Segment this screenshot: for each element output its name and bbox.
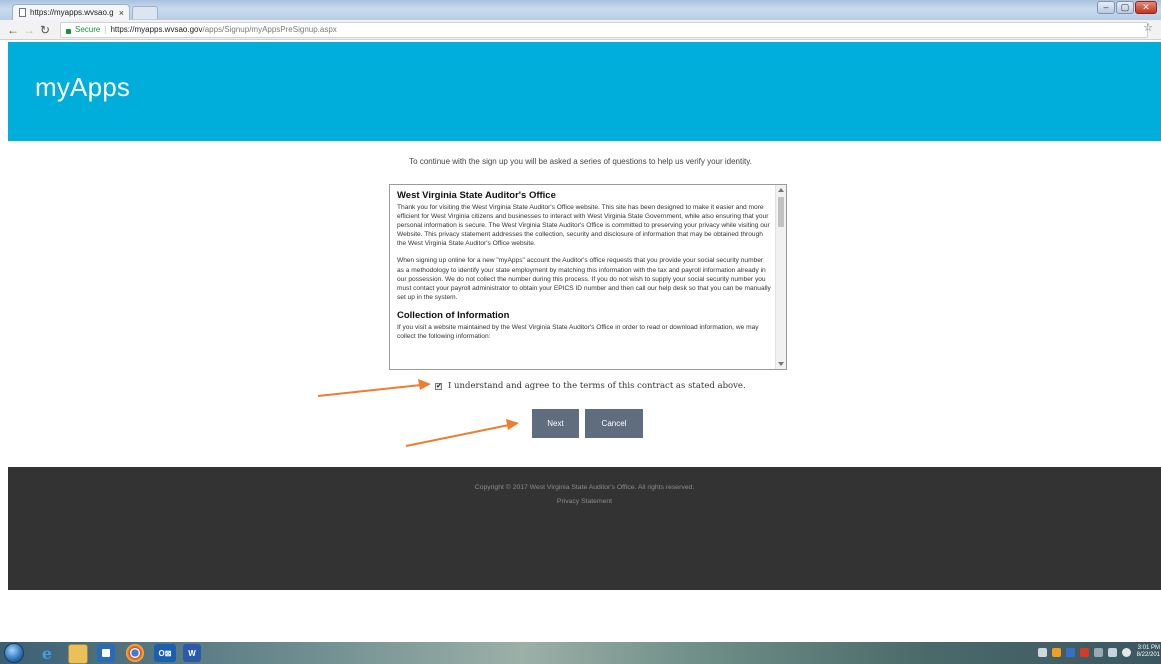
tray-alert-icon[interactable] [1080,648,1089,657]
windows-taskbar: e O⊠ W 3:01 PM 8/22/201 [0,642,1161,664]
flag-icon[interactable] [1094,648,1103,657]
word-icon[interactable]: W [183,644,201,662]
privacy-statement-link[interactable]: Privacy Statement [8,498,1161,505]
chrome-icon[interactable] [126,644,144,662]
footer-copyright: Copyright © 2017 West Virginia State Aud… [474,484,695,491]
volume-icon[interactable] [1122,648,1131,657]
tray-app-icon[interactable] [1052,648,1061,657]
outlook-icon[interactable] [97,644,115,662]
clock-time: 3:01 PM [1137,645,1160,651]
annotation-arrow-next [405,419,519,447]
taskbar-clock[interactable]: 3:01 PM 8/22/201 [1137,645,1160,659]
display-icon[interactable] [1108,648,1117,657]
outlook-icon-2[interactable]: O⊠ [154,644,176,662]
page-footer: Copyright © 2017 West Virginia State Aud… [8,467,1161,590]
start-button-icon[interactable] [4,643,24,663]
tray-outlook-icon[interactable] [1066,648,1075,657]
file-explorer-icon[interactable] [68,644,88,664]
annotation-arrow-checkbox [317,379,431,397]
internet-explorer-icon[interactable]: e [38,644,56,663]
clock-date: 8/22/201 [1136,652,1160,658]
network-icon[interactable] [1038,648,1047,657]
system-tray [1038,648,1131,657]
